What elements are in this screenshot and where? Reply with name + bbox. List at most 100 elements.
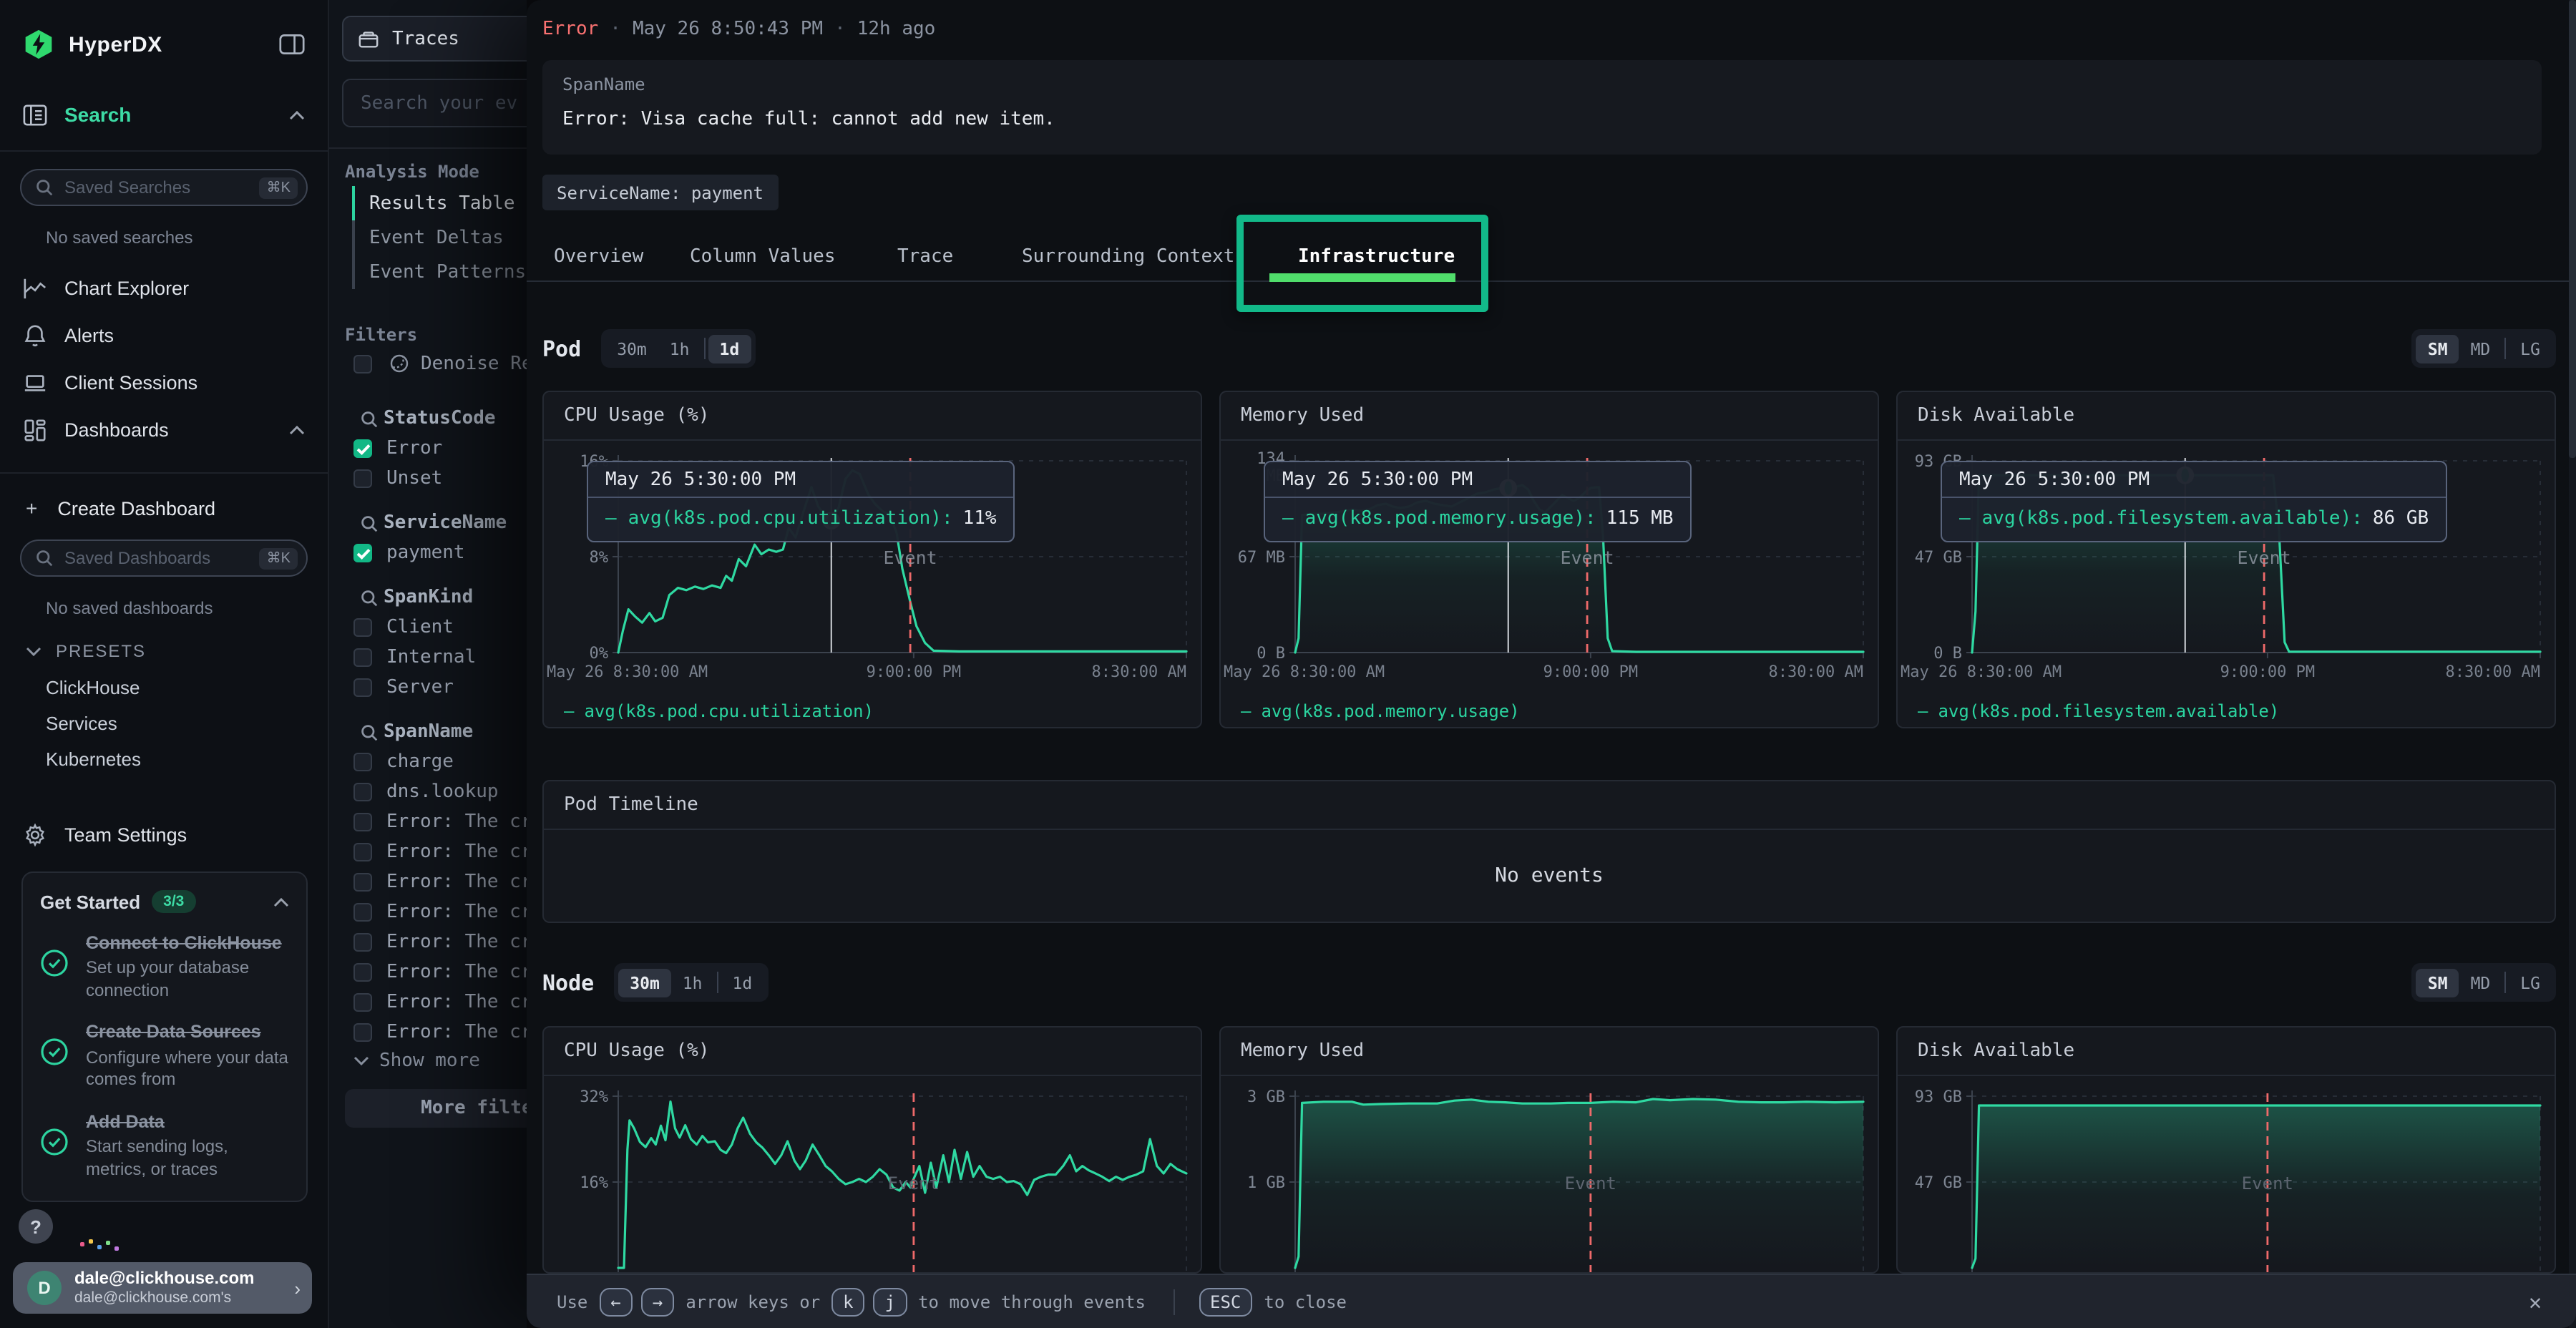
presets-toggle[interactable]: PRESETS [26,641,328,661]
node-ranges-1h[interactable]: 1h [671,968,714,997]
filter-option-label: Client [386,617,454,638]
pod-ranges-1h[interactable]: 1h [658,334,701,363]
pod-ranges-1d[interactable]: 1d [708,334,751,363]
checkbox[interactable] [353,993,372,1012]
get-started-item[interactable]: Connect to ClickHouse Set up your databa… [40,932,289,1002]
checkbox[interactable] [353,354,372,373]
tab-trace[interactable]: Trace [897,230,953,282]
scrollbar[interactable] [2569,0,2576,1328]
filter-option[interactable]: charge [329,747,527,777]
node-memory-chart[interactable]: 3 GB1 GBEvent [1221,1076,1878,1274]
analysis-mode-results-table[interactable]: Results Table [352,186,527,220]
node-ranges-1d[interactable]: 1d [721,968,764,997]
preset-item-services[interactable]: Services [0,706,328,741]
more-filters-button[interactable]: More filters [345,1089,527,1128]
checkbox[interactable] [353,783,372,801]
close-icon[interactable]: ✕ [2517,1283,2553,1320]
get-started-header[interactable]: Get Started 3/3 [40,890,289,913]
pod-sizes-sm[interactable]: SM [2416,334,2459,363]
analysis-mode-event-deltas[interactable]: Event Deltas [352,220,527,255]
filter-group-header[interactable]: SpanName [329,717,527,747]
filter-group-header[interactable]: StatusCode [329,404,527,434]
checkbox[interactable] [353,1023,372,1042]
scrollbar-thumb[interactable] [2569,0,2576,458]
show-more-button[interactable]: Show more [353,1050,480,1072]
checkbox[interactable] [353,469,372,488]
pod-ranges-30m[interactable]: 30m [605,334,658,363]
checkbox[interactable] [353,903,372,922]
pod-sizes-md[interactable]: MD [2459,334,2502,363]
node-disk-chart[interactable]: 93 GB47 GBEvent [1898,1076,2555,1274]
filter-option[interactable]: Error: The cr [329,987,527,1017]
filter-option[interactable]: Unset [329,464,527,494]
filter-option[interactable]: Error: The cr [329,1017,527,1048]
checkbox[interactable] [353,544,372,562]
filter-option[interactable]: Error: The cr [329,867,527,897]
checkbox[interactable] [353,648,372,667]
chevron-right-icon: › [294,1277,301,1299]
checkbox[interactable] [353,933,372,952]
sidebar-item-client-sessions[interactable]: Client Sessions [0,359,328,406]
filter-option[interactable]: payment [329,538,527,568]
service-name-tag[interactable]: ServiceName: payment [542,175,778,210]
node-ranges-30m[interactable]: 30m [618,968,671,997]
sidebar-item-search[interactable]: Search [0,97,328,132]
filter-option[interactable]: Error [329,434,527,464]
node-sizes-md[interactable]: MD [2459,968,2502,997]
filter-option[interactable]: Error: The cr [329,957,527,987]
check-circle-icon [40,1128,69,1156]
filter-option[interactable]: Internal [329,643,527,673]
preset-item-clickhouse[interactable]: ClickHouse [0,670,328,706]
checkbox[interactable] [353,618,372,637]
celebration-icon [80,1239,123,1256]
sidebar-collapse-icon[interactable] [279,33,305,56]
tab-overview[interactable]: Overview [554,230,643,282]
divider [717,972,718,993]
denoise-results-option[interactable]: Denoise Re [353,351,527,376]
get-started-item-text: Connect to ClickHouse Set up your databa… [86,932,289,1002]
traces-source-icon [358,28,379,49]
svg-text:1 GB: 1 GB [1247,1174,1285,1192]
pod-sizes-lg[interactable]: LG [2509,334,2552,363]
user-account-chip[interactable]: D dale@clickhouse.com dale@clickhouse.co… [13,1262,312,1314]
get-started-card: Get Started 3/3 Connect to ClickHouse Se… [21,872,308,1203]
event-marker-label: Event [883,547,937,568]
checkbox[interactable] [353,753,372,771]
filter-group-header[interactable]: ServiceName [329,508,527,538]
checkbox[interactable] [353,813,372,831]
node-sizes-sm[interactable]: SM [2416,968,2459,997]
filter-option[interactable]: Error: The cr [329,927,527,957]
chart-title: Disk Available [1898,1027,2555,1076]
sidebar-item-team-settings[interactable]: Team Settings [0,811,328,859]
filter-group-header[interactable]: SpanKind [329,582,527,612]
sidebar-item-chart-explorer[interactable]: Chart Explorer [0,265,328,312]
checkbox[interactable] [353,873,372,892]
filter-option[interactable]: Error: The cr [329,807,527,837]
node-sizes-lg[interactable]: LG [2509,968,2552,997]
tab-surrounding-context[interactable]: Surrounding Context [1022,230,1234,282]
filter-option[interactable]: Error: The cr [329,837,527,867]
source-select[interactable]: Traces [342,16,527,62]
checkbox[interactable] [353,963,372,982]
sidebar-item-dashboards[interactable]: Dashboards [0,406,328,454]
saved-searches-input[interactable]: Saved Searches ⌘K [20,169,308,206]
help-button[interactable]: ? [19,1209,53,1244]
analysis-mode-event-patterns[interactable]: Event Patterns [352,255,527,289]
tab-column-values[interactable]: Column Values [690,230,836,282]
filter-option[interactable]: Server [329,673,527,703]
create-dashboard-button[interactable]: + Create Dashboard [0,474,328,522]
event-search-input[interactable] [342,79,527,127]
filter-option[interactable]: Client [329,612,527,643]
svg-text:Event: Event [888,1173,940,1193]
filter-option[interactable]: Error: The cr [329,897,527,927]
preset-item-kubernetes[interactable]: Kubernetes [0,741,328,777]
saved-dashboards-input[interactable]: Saved Dashboards ⌘K [20,540,308,577]
sidebar-item-alerts[interactable]: Alerts [0,312,328,359]
filter-option[interactable]: dns.lookup [329,777,527,807]
get-started-item[interactable]: Add Data Start sending logs, metrics, or… [40,1110,289,1181]
checkbox[interactable] [353,439,372,458]
checkbox[interactable] [353,843,372,861]
get-started-item[interactable]: Create Data Sources Configure where your… [40,1021,289,1092]
checkbox[interactable] [353,678,372,697]
node-cpu-chart[interactable]: 32%16%Event [544,1076,1201,1274]
